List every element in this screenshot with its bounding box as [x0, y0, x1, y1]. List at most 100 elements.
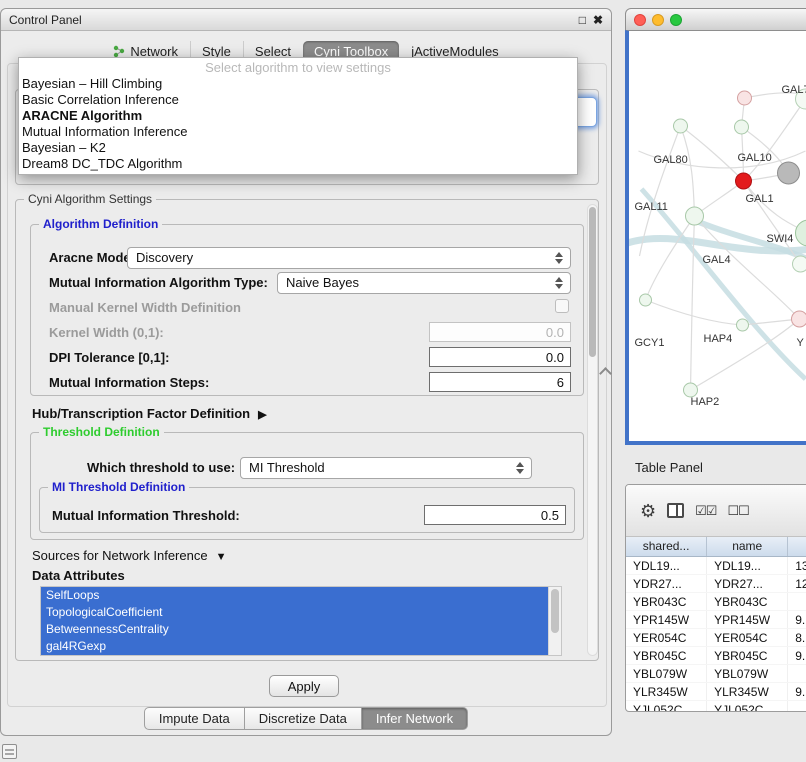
manual-kernel-width-checkbox[interactable]: [555, 299, 569, 313]
which-threshold-combo[interactable]: MI Threshold: [240, 457, 532, 479]
hub-tf-section-toggle[interactable]: Hub/Transcription Factor Definition▶: [32, 406, 267, 421]
cell-extra[interactable]: 12: [788, 575, 806, 592]
node-label: GCY1: [635, 337, 665, 349]
table-row[interactable]: YBL079W YBL079W: [626, 665, 806, 683]
table-row[interactable]: YDR27... YDR27... 12: [626, 575, 806, 593]
close-window-icon[interactable]: ✖: [593, 14, 603, 26]
cell-name[interactable]: YBL079W: [707, 665, 788, 682]
list-item-selected[interactable]: BetweennessCentrality: [41, 621, 548, 638]
cell-shared-name[interactable]: YBR043C: [626, 593, 707, 610]
columns-icon[interactable]: [667, 503, 684, 518]
dropdown-item[interactable]: Basic Correlation Inference: [19, 92, 577, 108]
table-row[interactable]: YDL19... YDL19... 13: [626, 557, 806, 575]
minimize-traffic-light-icon[interactable]: [652, 14, 664, 26]
manual-kernel-width-label: Manual Kernel Width Definition: [49, 300, 241, 315]
cell-extra[interactable]: 9.: [788, 683, 806, 700]
list-item-selected[interactable]: TopologicalCoefficient: [41, 604, 548, 621]
collapse-down-icon[interactable]: ▼: [216, 551, 227, 563]
kernel-width-input[interactable]: [429, 322, 571, 342]
cell-extra[interactable]: [788, 665, 806, 682]
table-row[interactable]: YER054C YER054C 8.: [626, 629, 806, 647]
mi-algorithm-type-combo[interactable]: Naive Bayes: [277, 272, 571, 294]
cell-extra[interactable]: 9.: [788, 647, 806, 664]
cell-shared-name[interactable]: YJL052C: [626, 701, 707, 712]
table-row[interactable]: YBR043C YBR043C: [626, 593, 806, 611]
network-node-selected: [736, 173, 752, 189]
tab-infer-network[interactable]: Infer Network: [362, 707, 468, 730]
sources-section-toggle[interactable]: Sources for Network Inference▼: [32, 548, 226, 563]
aracne-mode-value: Discovery: [136, 250, 193, 265]
minimized-panel-icon[interactable]: [2, 744, 17, 759]
column-header-name[interactable]: name: [707, 537, 788, 556]
cell-extra[interactable]: [788, 593, 806, 610]
control-panel-title: Control Panel: [9, 13, 82, 27]
dpi-tolerance-input[interactable]: [429, 347, 571, 367]
mi-algorithm-type-value: Naive Bayes: [286, 275, 359, 290]
table-row[interactable]: YPR145W YPR145W 9.: [626, 611, 806, 629]
cell-extra[interactable]: 13: [788, 557, 806, 574]
clear-selection-icon[interactable]: ☐☐: [727, 503, 748, 519]
mi-steps-input[interactable]: [429, 372, 571, 392]
table-row[interactable]: YLR345W YLR345W 9.: [626, 683, 806, 701]
cell-shared-name[interactable]: YDR27...: [626, 575, 707, 592]
cell-extra[interactable]: [788, 701, 806, 712]
node-label: Y: [797, 337, 805, 349]
cell-shared-name[interactable]: YBR045C: [626, 647, 707, 664]
network-window-titlebar[interactable]: [625, 8, 806, 30]
list-item-selected[interactable]: gal4RGexp: [41, 638, 548, 655]
table-panel-title: Table Panel: [635, 460, 703, 475]
threshold-definition-group: Threshold Definition Which threshold to …: [30, 432, 584, 540]
tab-impute-data[interactable]: Impute Data: [144, 707, 245, 730]
network-canvas[interactable]: GAL7 GAL80 GAL10 GAL11 GAL1 SWI4 GAL4 GC…: [625, 30, 806, 445]
cell-name[interactable]: YBR043C: [707, 593, 788, 610]
list-item-selected[interactable]: SelfLoops: [41, 587, 548, 604]
table-row[interactable]: YJL052C YJL052C: [626, 701, 806, 712]
cell-name[interactable]: YLR345W: [707, 683, 788, 700]
list-vertical-scrollbar[interactable]: [548, 587, 561, 655]
dropdown-item[interactable]: Mutual Information Inference: [19, 124, 577, 140]
cell-shared-name[interactable]: YBL079W: [626, 665, 707, 682]
zoom-traffic-light-icon[interactable]: [670, 14, 682, 26]
aracne-mode-combo[interactable]: Discovery: [127, 247, 571, 269]
column-header-shared-name[interactable]: shared...: [626, 537, 707, 556]
control-panel-titlebar[interactable]: Control Panel □ ✖: [1, 9, 611, 31]
close-traffic-light-icon[interactable]: [634, 14, 646, 26]
cell-shared-name[interactable]: YER054C: [626, 629, 707, 646]
cyni-task-tabs: Impute Data Discretize Data Infer Networ…: [1, 707, 611, 730]
node-label: GAL1: [746, 193, 774, 205]
cell-name[interactable]: YER054C: [707, 629, 788, 646]
apply-button[interactable]: Apply: [269, 675, 339, 697]
cell-extra[interactable]: 9.: [788, 611, 806, 628]
gear-icon[interactable]: ⚙: [640, 502, 656, 520]
cell-shared-name[interactable]: YDL19...: [626, 557, 707, 574]
mi-algorithm-type-label: Mutual Information Algorithm Type:: [49, 275, 268, 290]
algorithm-dropdown-popup: Select algorithm to view settings Bayesi…: [18, 57, 578, 175]
scrollbar-thumb[interactable]: [551, 589, 559, 633]
cell-name[interactable]: YBR045C: [707, 647, 788, 664]
scrollbar-thumb[interactable]: [589, 207, 596, 357]
cell-name[interactable]: YDR27...: [707, 575, 788, 592]
settings-vertical-scrollbar[interactable]: [587, 204, 598, 656]
cell-shared-name[interactable]: YLR345W: [626, 683, 707, 700]
tab-discretize-data[interactable]: Discretize Data: [245, 707, 362, 730]
dropdown-item[interactable]: Dream8 DC_TDC Algorithm: [19, 156, 577, 172]
data-attributes-list[interactable]: SelfLoops TopologicalCoefficient Between…: [40, 586, 562, 656]
float-window-icon[interactable]: □: [579, 14, 586, 26]
expand-right-icon[interactable]: ▶: [258, 408, 266, 421]
dropdown-item[interactable]: Bayesian – Hill Climbing: [19, 76, 577, 92]
cyni-algorithm-settings-group: Cyni Algorithm Settings Algorithm Defini…: [15, 199, 599, 661]
table-row[interactable]: YBR045C YBR045C 9.: [626, 647, 806, 665]
cell-shared-name[interactable]: YPR145W: [626, 611, 707, 628]
combo-arrows-icon: [553, 275, 566, 291]
cell-name[interactable]: YPR145W: [707, 611, 788, 628]
cell-name[interactable]: YJL052C: [707, 701, 788, 712]
cell-extra[interactable]: 8.: [788, 629, 806, 646]
select-all-icon[interactable]: ☑☑: [695, 503, 716, 519]
node-label: GAL11: [635, 201, 668, 213]
dropdown-item[interactable]: Bayesian – K2: [19, 140, 577, 156]
column-header-extra[interactable]: [788, 537, 806, 556]
mi-threshold-input[interactable]: [424, 505, 566, 525]
dropdown-item-selected[interactable]: ARACNE Algorithm: [19, 108, 577, 124]
mi-threshold-definition-group: MI Threshold Definition Mutual Informati…: [39, 487, 575, 533]
cell-name[interactable]: YDL19...: [707, 557, 788, 574]
